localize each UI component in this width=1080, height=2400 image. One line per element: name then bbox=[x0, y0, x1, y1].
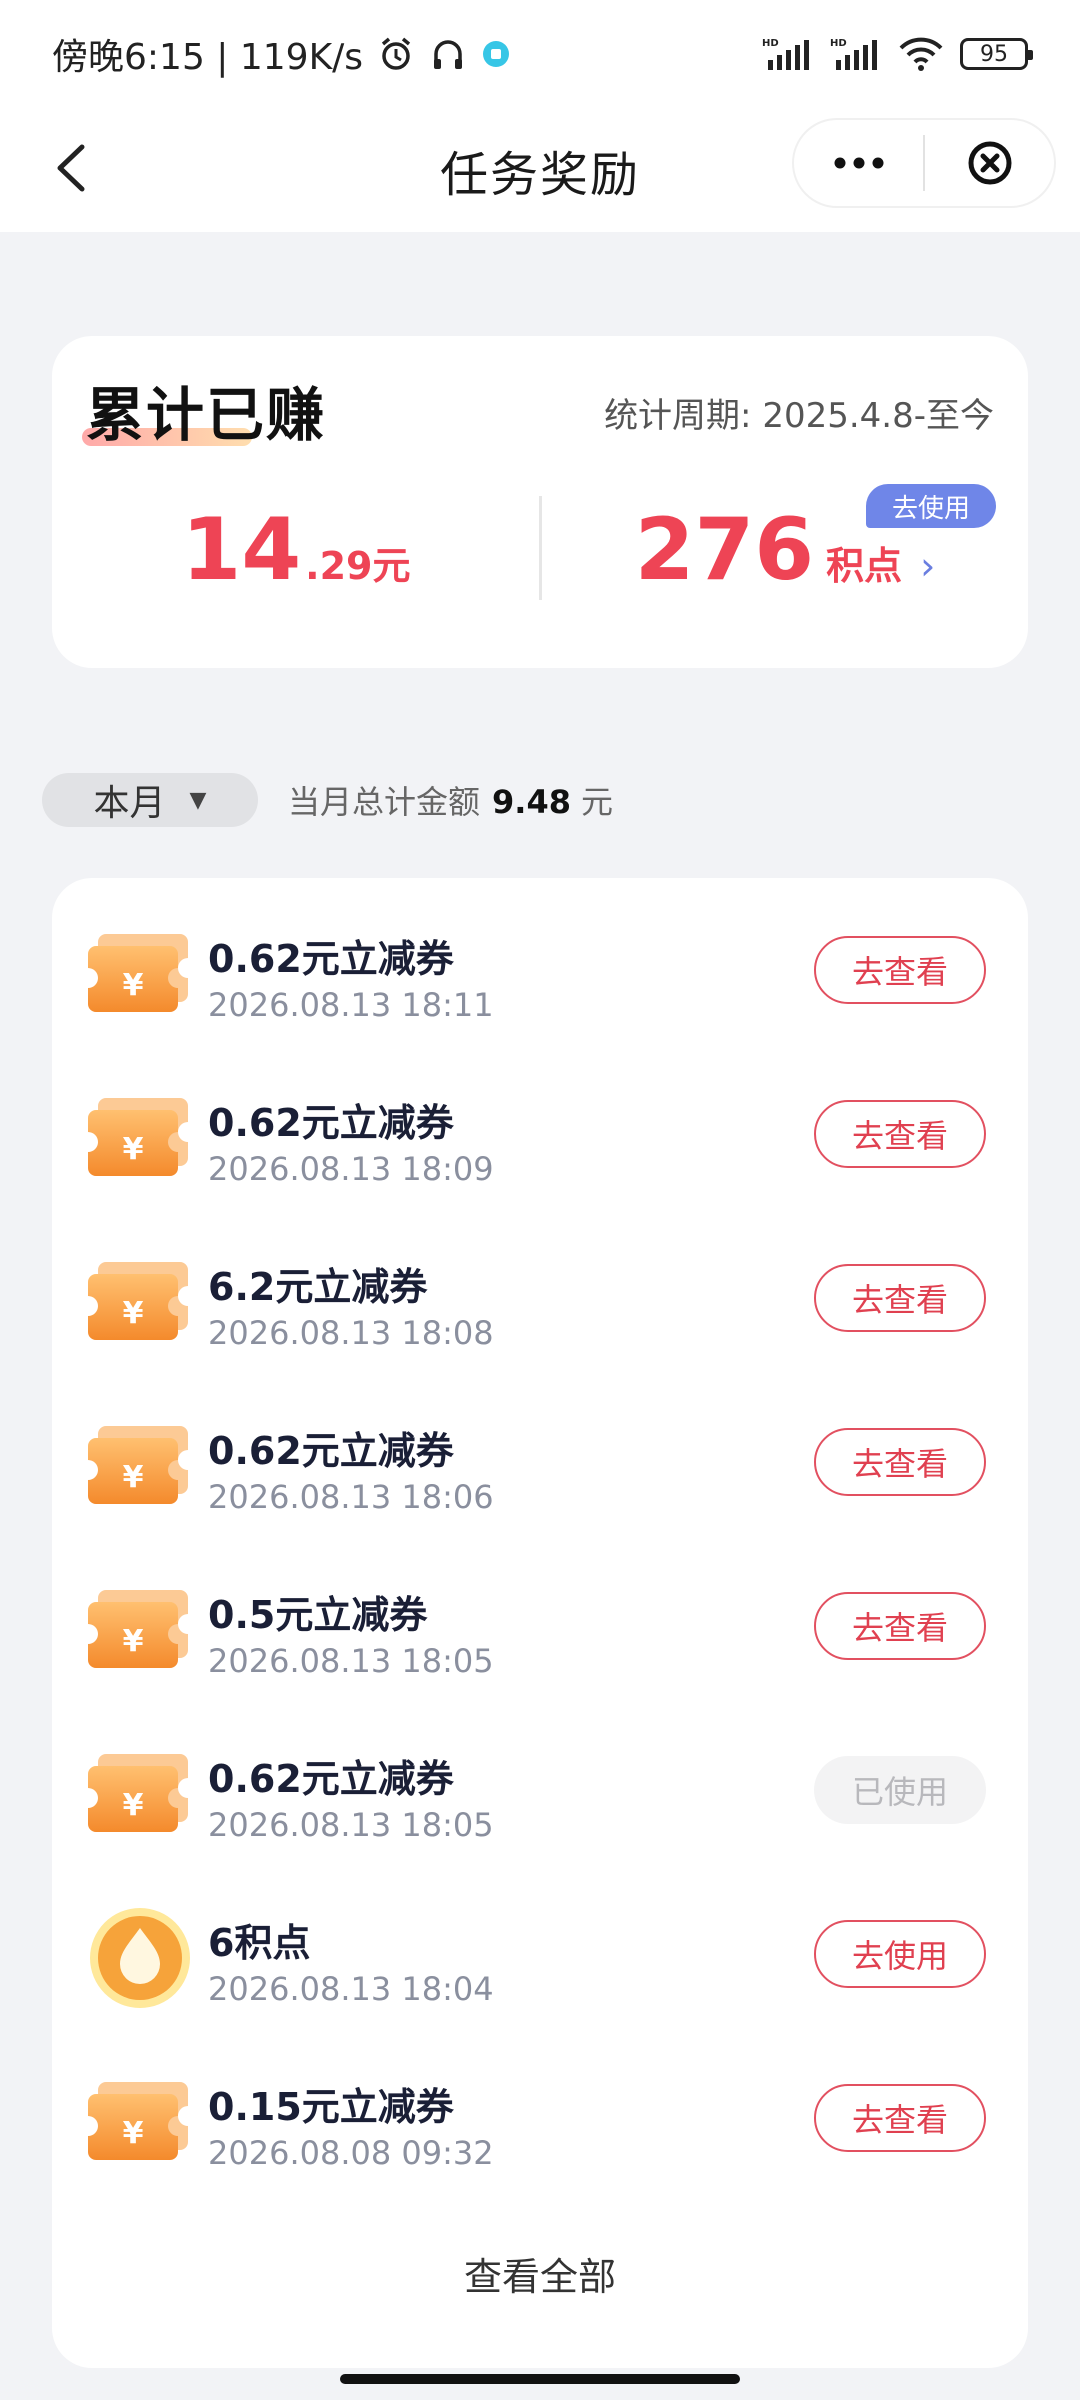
reward-title: 0.62元立减券 bbox=[208, 1101, 454, 1145]
battery-icon: 95 bbox=[960, 38, 1033, 70]
reward-time: 2026.08.13 18:06 bbox=[208, 1478, 494, 1516]
month-total-value: 9.48 bbox=[492, 783, 571, 821]
earned-points-unit: 积点 bbox=[826, 544, 903, 588]
svg-text:¥: ¥ bbox=[123, 1624, 144, 1659]
svg-text:¥: ¥ bbox=[123, 1132, 144, 1167]
reward-time: 2026.08.08 09:32 bbox=[208, 2134, 494, 2172]
month-total: 当月总计金额 9.48 元 bbox=[288, 777, 613, 823]
month-selector[interactable]: 本月 ▼ bbox=[42, 773, 258, 827]
summary-period: 统计周期: 2025.4.8-至今 bbox=[604, 396, 994, 436]
view-coupon-button[interactable]: 去查看 bbox=[814, 2084, 986, 2152]
nav-bar: 任务奖励 bbox=[0, 108, 1080, 232]
svg-text:¥: ¥ bbox=[123, 2116, 144, 2151]
month-total-label: 当月总计金额 bbox=[288, 783, 481, 821]
svg-text:¥: ¥ bbox=[123, 968, 144, 1003]
reward-title: 0.15元立减券 bbox=[208, 2085, 454, 2129]
coupon-ticket-icon: ¥ bbox=[88, 1586, 192, 1676]
caret-down-icon: ▼ bbox=[189, 787, 207, 813]
view-coupon-button[interactable]: 去查看 bbox=[814, 1592, 986, 1660]
chevron-right-icon: › bbox=[920, 544, 936, 588]
coupon-ticket-icon: ¥ bbox=[88, 1750, 192, 1840]
reward-time: 2026.08.13 18:05 bbox=[208, 1806, 494, 1844]
points-drop-icon bbox=[88, 1908, 192, 2008]
wifi-icon bbox=[898, 36, 944, 72]
earned-money-dec: .29元 bbox=[305, 544, 411, 588]
headphones-icon bbox=[429, 35, 467, 73]
reward-row: ¥0.15元立减券 2026.08.08 09:32 去查看 bbox=[52, 2034, 1028, 2198]
app-notification-icon bbox=[481, 39, 511, 69]
coupon-ticket-icon: ¥ bbox=[88, 1094, 192, 1184]
mini-program-capsule bbox=[792, 118, 1056, 208]
earned-money: 14 .29元 bbox=[52, 500, 540, 600]
month-total-unit: 元 bbox=[580, 783, 613, 821]
coupon-ticket-icon: ¥ bbox=[88, 2078, 192, 2168]
reward-row: ¥0.62元立减券 2026.08.13 18:06 去查看 bbox=[52, 1378, 1028, 1542]
signal-hd-icon: HD bbox=[762, 36, 814, 72]
close-circle-icon[interactable] bbox=[925, 120, 1054, 206]
month-filter-row: 本月 ▼ 当月总计金额 9.48 元 bbox=[42, 772, 613, 828]
reward-time: 2026.08.13 18:08 bbox=[208, 1314, 494, 1352]
status-bar: 傍晚6:15 | 119K/s HD HD 95 bbox=[0, 0, 1080, 108]
rewards-list-card: ¥0.62元立减券 2026.08.13 18:11 去查看 ¥0.62元立减券 202… bbox=[52, 878, 1028, 2368]
view-all-link[interactable]: 查看全部 bbox=[52, 2246, 1028, 2301]
reward-title: 0.62元立减券 bbox=[208, 937, 454, 981]
view-coupon-button[interactable]: 去查看 bbox=[814, 936, 986, 1004]
reward-row: ¥6.2元立减券 2026.08.13 18:08 去查看 bbox=[52, 1214, 1028, 1378]
back-arrow-icon[interactable] bbox=[40, 136, 104, 200]
reward-title: 0.62元立减券 bbox=[208, 1757, 454, 1801]
home-indicator[interactable] bbox=[340, 2374, 740, 2384]
signal-hd-icon: HD bbox=[830, 36, 882, 72]
earned-points-value: 276 bbox=[634, 500, 815, 600]
use-points-button[interactable]: 去使用 bbox=[814, 1920, 986, 1988]
svg-text:HD: HD bbox=[830, 38, 847, 49]
page-title: 任务奖励 bbox=[439, 147, 640, 203]
month-selector-label: 本月 bbox=[93, 783, 166, 824]
more-dots-icon[interactable] bbox=[794, 120, 923, 206]
alarm-icon bbox=[377, 35, 415, 73]
reward-time: 2026.08.13 18:05 bbox=[208, 1642, 494, 1680]
svg-text:¥: ¥ bbox=[123, 1460, 144, 1495]
earnings-summary-card: 累计已赚 统计周期: 2025.4.8-至今 14 .29元 276 积点 › … bbox=[52, 336, 1028, 668]
coupon-ticket-icon: ¥ bbox=[88, 930, 192, 1020]
reward-title: 6.2元立减券 bbox=[208, 1265, 428, 1309]
view-coupon-button[interactable]: 去查看 bbox=[814, 1100, 986, 1168]
reward-row: ¥0.62元立减券 2026.08.13 18:11 去查看 bbox=[52, 886, 1028, 1050]
status-time: 傍晚6:15 | 119K/s bbox=[52, 37, 364, 78]
reward-title: 0.62元立减券 bbox=[208, 1429, 454, 1473]
use-points-badge[interactable]: 去使用 bbox=[866, 484, 996, 528]
summary-title: 累计已赚 bbox=[86, 381, 327, 449]
reward-title: 6积点 bbox=[208, 1921, 311, 1965]
view-coupon-button[interactable]: 去查看 bbox=[814, 1264, 986, 1332]
view-coupon-button[interactable]: 去查看 bbox=[814, 1428, 986, 1496]
svg-text:HD: HD bbox=[762, 38, 779, 49]
battery-level: 95 bbox=[980, 41, 1008, 67]
reward-row: ¥0.5元立减券 2026.08.13 18:05 去查看 bbox=[52, 1542, 1028, 1706]
reward-title: 0.5元立减券 bbox=[208, 1593, 428, 1637]
coupon-ticket-icon: ¥ bbox=[88, 1422, 192, 1512]
svg-text:¥: ¥ bbox=[123, 1296, 144, 1331]
reward-time: 2026.08.13 18:09 bbox=[208, 1150, 494, 1188]
earned-money-int: 14 bbox=[181, 500, 302, 600]
reward-time: 2026.08.13 18:11 bbox=[208, 986, 494, 1024]
reward-row: 6积点 2026.08.13 18:04 去使用 bbox=[52, 1870, 1028, 2034]
coupon-ticket-icon: ¥ bbox=[88, 1258, 192, 1348]
reward-row: ¥0.62元立减券 2026.08.13 18:05 已使用 bbox=[52, 1706, 1028, 1870]
svg-text:¥: ¥ bbox=[123, 1788, 144, 1823]
reward-row: ¥0.62元立减券 2026.08.13 18:09 去查看 bbox=[52, 1050, 1028, 1214]
used-status-button: 已使用 bbox=[814, 1756, 986, 1824]
reward-time: 2026.08.13 18:04 bbox=[208, 1970, 494, 2008]
